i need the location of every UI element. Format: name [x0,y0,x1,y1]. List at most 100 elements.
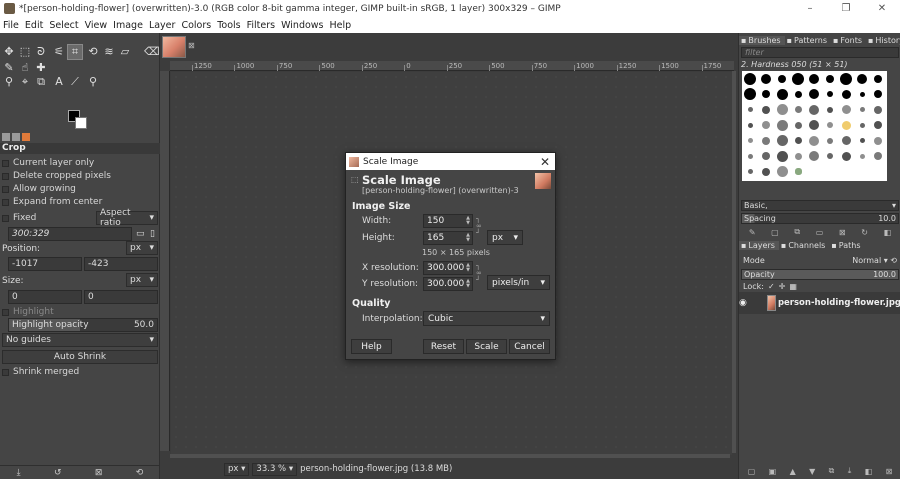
minimize-icon[interactable]: – [792,0,828,17]
fuzzy-select-tool-icon[interactable]: ⚟ [52,45,66,59]
guides-dropdown[interactable]: No guides ▾ [2,333,158,347]
menu-view[interactable]: View [82,20,111,31]
x-resolution-input[interactable]: 300.000 ▲ ▼ [423,261,473,275]
brush-thumbnail[interactable] [778,74,786,83]
device-status-tab-icon[interactable] [12,133,20,141]
spin-arrows-icon[interactable]: ▲ ▼ [466,233,470,243]
open-as-image-icon[interactable]: ◧ [884,228,892,237]
brush-thumbnail[interactable] [841,89,851,99]
scale-button[interactable]: Scale [466,339,507,354]
allow-growing-option[interactable]: Allow growing [2,183,158,195]
brush-thumbnail[interactable] [794,106,802,114]
checkbox-icon[interactable] [2,172,9,180]
menu-tools[interactable]: Tools [214,20,243,31]
brush-thumbnail[interactable] [762,167,770,176]
brush-thumbnail[interactable] [794,90,802,98]
tool-options-tab-icon[interactable] [2,133,10,141]
color-picker-tool-icon[interactable]: ⟋ [68,75,82,89]
background-color[interactable] [75,117,87,129]
move-tool-icon[interactable]: ✥ [2,45,16,59]
brush-thumbnail[interactable] [809,135,819,146]
current-layer-only-option[interactable]: Current layer only [2,157,158,169]
tab-brushes[interactable]: ▪ Brushes [739,36,785,45]
delete-cropped-option[interactable]: Delete cropped pixels [2,170,158,182]
position-x-input[interactable]: -1017 [8,257,82,271]
new-brush-icon[interactable]: ▢ [771,228,779,237]
heal-tool-icon[interactable]: ✚ [34,61,48,75]
brush-thumbnail[interactable] [809,151,819,162]
brush-thumbnail[interactable] [744,88,756,101]
vertical-scrollbar[interactable] [732,71,736,453]
refresh-brushes-icon[interactable]: ↻ [861,228,868,237]
brush-thumbnail[interactable] [794,152,802,160]
reset-options-icon[interactable]: ⟲ [136,468,144,478]
brush-thumbnail[interactable] [859,138,865,144]
size-unit-dropdown[interactable]: px ▾ [126,273,158,287]
zoom-tool-icon[interactable]: ⚲ [86,75,100,89]
mode-dropdown[interactable]: Normal ▾ ⟲ [852,256,897,265]
checkbox-icon[interactable] [2,159,9,167]
reset-button[interactable]: Reset [423,339,464,354]
delete-layer-icon[interactable]: ⊠ [886,467,893,476]
brush-thumbnail[interactable] [874,74,882,83]
brush-thumbnail[interactable] [874,136,882,145]
brush-thumbnail[interactable] [826,74,834,83]
text-tool-icon[interactable]: A [52,75,66,89]
new-layer-icon[interactable]: ▢ [748,467,756,476]
brush-thumbnail[interactable] [747,107,753,113]
brush-thumbnail[interactable] [809,120,819,131]
checkbox-icon[interactable] [2,308,9,316]
spacing-slider[interactable]: Spacing 10.0 [741,213,899,224]
menu-colors[interactable]: Colors [178,20,214,31]
highlight-opacity-slider[interactable]: Highlight opacity 50.0 [8,318,158,332]
chain-link-icon[interactable]: ┐ ∞ ┘ [476,263,482,284]
size-unit-dropdown[interactable]: px ▾ [487,230,523,245]
brush-thumbnail[interactable] [874,90,882,99]
undo-history-tab-icon[interactable] [22,133,30,141]
menu-file[interactable]: File [0,20,22,31]
brush-thumbnail[interactable] [792,72,804,85]
vertical-ruler[interactable] [160,71,170,451]
brush-thumbnail[interactable] [859,107,865,113]
save-options-icon[interactable]: ⤓ [17,468,21,478]
brush-thumbnail[interactable] [841,120,851,130]
brush-thumbnail[interactable] [827,153,833,160]
brush-thumbnail[interactable] [762,136,770,145]
checkbox-icon[interactable] [2,214,9,222]
checkbox-icon[interactable] [2,368,9,376]
paths-tool-icon[interactable]: ⚲ [2,75,16,89]
brush-thumbnail[interactable] [794,168,802,176]
brush-thumbnail[interactable] [859,91,865,97]
duplicate-brush-icon[interactable]: ⧉ [794,227,800,237]
brush-thumbnail[interactable] [841,105,851,115]
horizontal-ruler[interactable]: 1250 1000 750 500 250 0 250 500 750 1000 1250 1500 1… [170,61,734,71]
lower-layer-icon[interactable]: ▼ [809,467,815,476]
tab-fonts[interactable]: ▪ Fonts [831,36,866,45]
brush-thumbnail[interactable] [841,136,851,146]
brush-thumbnail[interactable] [762,90,770,99]
zoom-dropdown[interactable]: 33.3 % ▾ [252,462,298,476]
delete-options-icon[interactable]: ⊠ [95,468,103,478]
layer-row[interactable]: ◉ person-holding-flower.jpg [739,292,900,314]
portrait-landscape-icon[interactable]: ▭ [136,229,145,239]
new-group-icon[interactable]: ▣ [769,467,777,476]
cancel-button[interactable]: Cancel [509,339,550,354]
smudge-tool-icon[interactable]: ☝ [18,61,32,75]
brush-thumbnail[interactable] [762,121,770,130]
brush-thumbnail[interactable] [874,152,882,161]
paintbrush-tool-icon[interactable]: ✎ [2,61,16,75]
auto-shrink-button[interactable]: Auto Shrink [2,350,158,364]
brush-thumbnail[interactable] [857,73,867,84]
brush-thumbnail[interactable] [776,150,788,162]
brush-thumbnail[interactable] [859,122,865,128]
brush-thumbnail[interactable] [840,72,852,85]
tab-patterns[interactable]: ▪ Patterns [785,36,831,45]
brush-thumbnail[interactable] [794,137,802,145]
brush-thumbnail[interactable] [809,89,819,100]
delete-brush-icon[interactable]: ⊠ [839,228,846,237]
brush-thumbnail[interactable] [794,121,802,129]
lasso-tool-icon[interactable]: ᘐ [34,45,48,59]
resolution-unit-dropdown[interactable]: pixels/in ▾ [487,275,550,290]
shrink-merged-option[interactable]: Shrink merged [2,366,158,378]
position-unit-dropdown[interactable]: px ▾ [126,241,158,255]
